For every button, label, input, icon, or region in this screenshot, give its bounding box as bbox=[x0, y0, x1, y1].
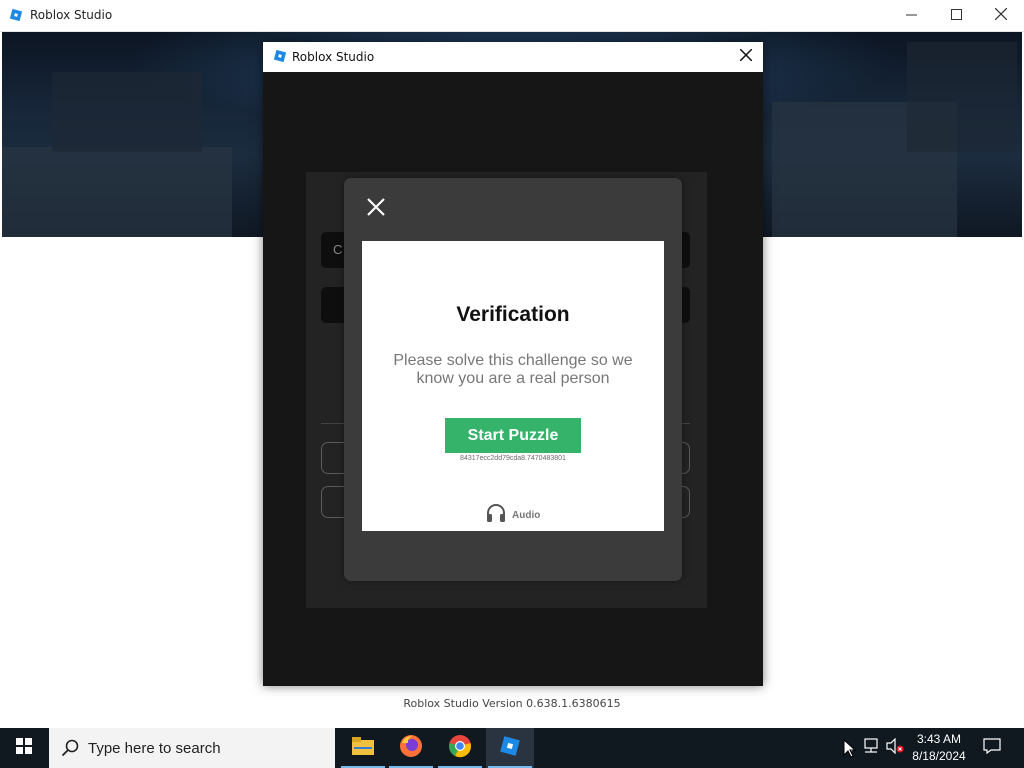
start-button[interactable] bbox=[0, 728, 48, 768]
clock-time: 3:43 AM bbox=[916, 732, 962, 746]
maximize-icon bbox=[950, 7, 962, 25]
mouse-cursor bbox=[843, 738, 857, 764]
headphones-icon bbox=[486, 504, 506, 527]
taskbar: Type here to search 3:43 AM 8/18/2024 bbox=[0, 728, 1024, 768]
session-id: 84317ecc2dd79cda8.7470483801 bbox=[460, 455, 566, 462]
search-placeholder: Type here to search bbox=[88, 740, 221, 757]
login-dialog-title: Roblox Studio bbox=[292, 50, 375, 64]
audio-button[interactable]: Audio bbox=[486, 504, 540, 527]
login-dialog-close-button[interactable] bbox=[735, 46, 757, 68]
firefox-icon bbox=[399, 734, 423, 763]
banner-shape bbox=[2, 147, 232, 237]
folder-icon bbox=[352, 736, 374, 760]
close-icon bbox=[739, 48, 753, 66]
banner-shape bbox=[907, 42, 1017, 152]
close-icon bbox=[994, 7, 1008, 25]
notification-icon bbox=[983, 737, 1001, 759]
minimize-button[interactable] bbox=[888, 0, 934, 31]
captcha-close-button[interactable] bbox=[363, 196, 389, 222]
network-icon bbox=[862, 737, 880, 759]
taskbar-file-explorer[interactable] bbox=[339, 728, 387, 768]
roblox-studio-icon bbox=[9, 8, 23, 22]
captcha-title: Verification bbox=[456, 303, 570, 326]
roblox-studio-icon bbox=[498, 734, 522, 763]
audio-label: Audio bbox=[512, 510, 541, 521]
taskbar-firefox[interactable] bbox=[387, 728, 435, 768]
start-puzzle-button[interactable]: Start Puzzle bbox=[445, 418, 581, 453]
banner-shape bbox=[52, 72, 202, 152]
captcha-modal: Verification Please solve this challenge… bbox=[344, 178, 682, 581]
maximize-button[interactable] bbox=[933, 0, 979, 31]
main-window-titlebar: Roblox Studio bbox=[0, 0, 1024, 32]
main-window-title: Roblox Studio bbox=[30, 8, 113, 22]
close-icon bbox=[367, 197, 385, 221]
captcha-card: Verification Please solve this challenge… bbox=[362, 241, 664, 531]
minimize-icon bbox=[905, 7, 917, 25]
captcha-description: Please solve this challenge so we know y… bbox=[393, 352, 633, 387]
version-text: Roblox Studio Version 0.638.1.6380615 bbox=[403, 697, 621, 710]
network-button[interactable] bbox=[860, 728, 882, 768]
volume-muted-icon bbox=[886, 737, 904, 759]
search-icon bbox=[61, 739, 79, 762]
volume-button[interactable] bbox=[884, 728, 906, 768]
chrome-icon bbox=[448, 734, 472, 763]
taskbar-search-box[interactable]: Type here to search bbox=[49, 728, 335, 768]
windows-icon bbox=[16, 737, 32, 759]
notifications-button[interactable] bbox=[978, 728, 1006, 768]
input-text: C bbox=[333, 242, 343, 257]
taskbar-clock[interactable]: 3:43 AM 8/18/2024 bbox=[904, 731, 974, 765]
roblox-studio-icon bbox=[273, 49, 287, 63]
login-dialog-titlebar: Roblox Studio bbox=[263, 42, 763, 72]
clock-date: 8/18/2024 bbox=[912, 749, 966, 763]
taskbar-roblox-studio[interactable] bbox=[486, 728, 534, 768]
taskbar-chrome[interactable] bbox=[436, 728, 484, 768]
window-close-button[interactable] bbox=[978, 0, 1024, 31]
